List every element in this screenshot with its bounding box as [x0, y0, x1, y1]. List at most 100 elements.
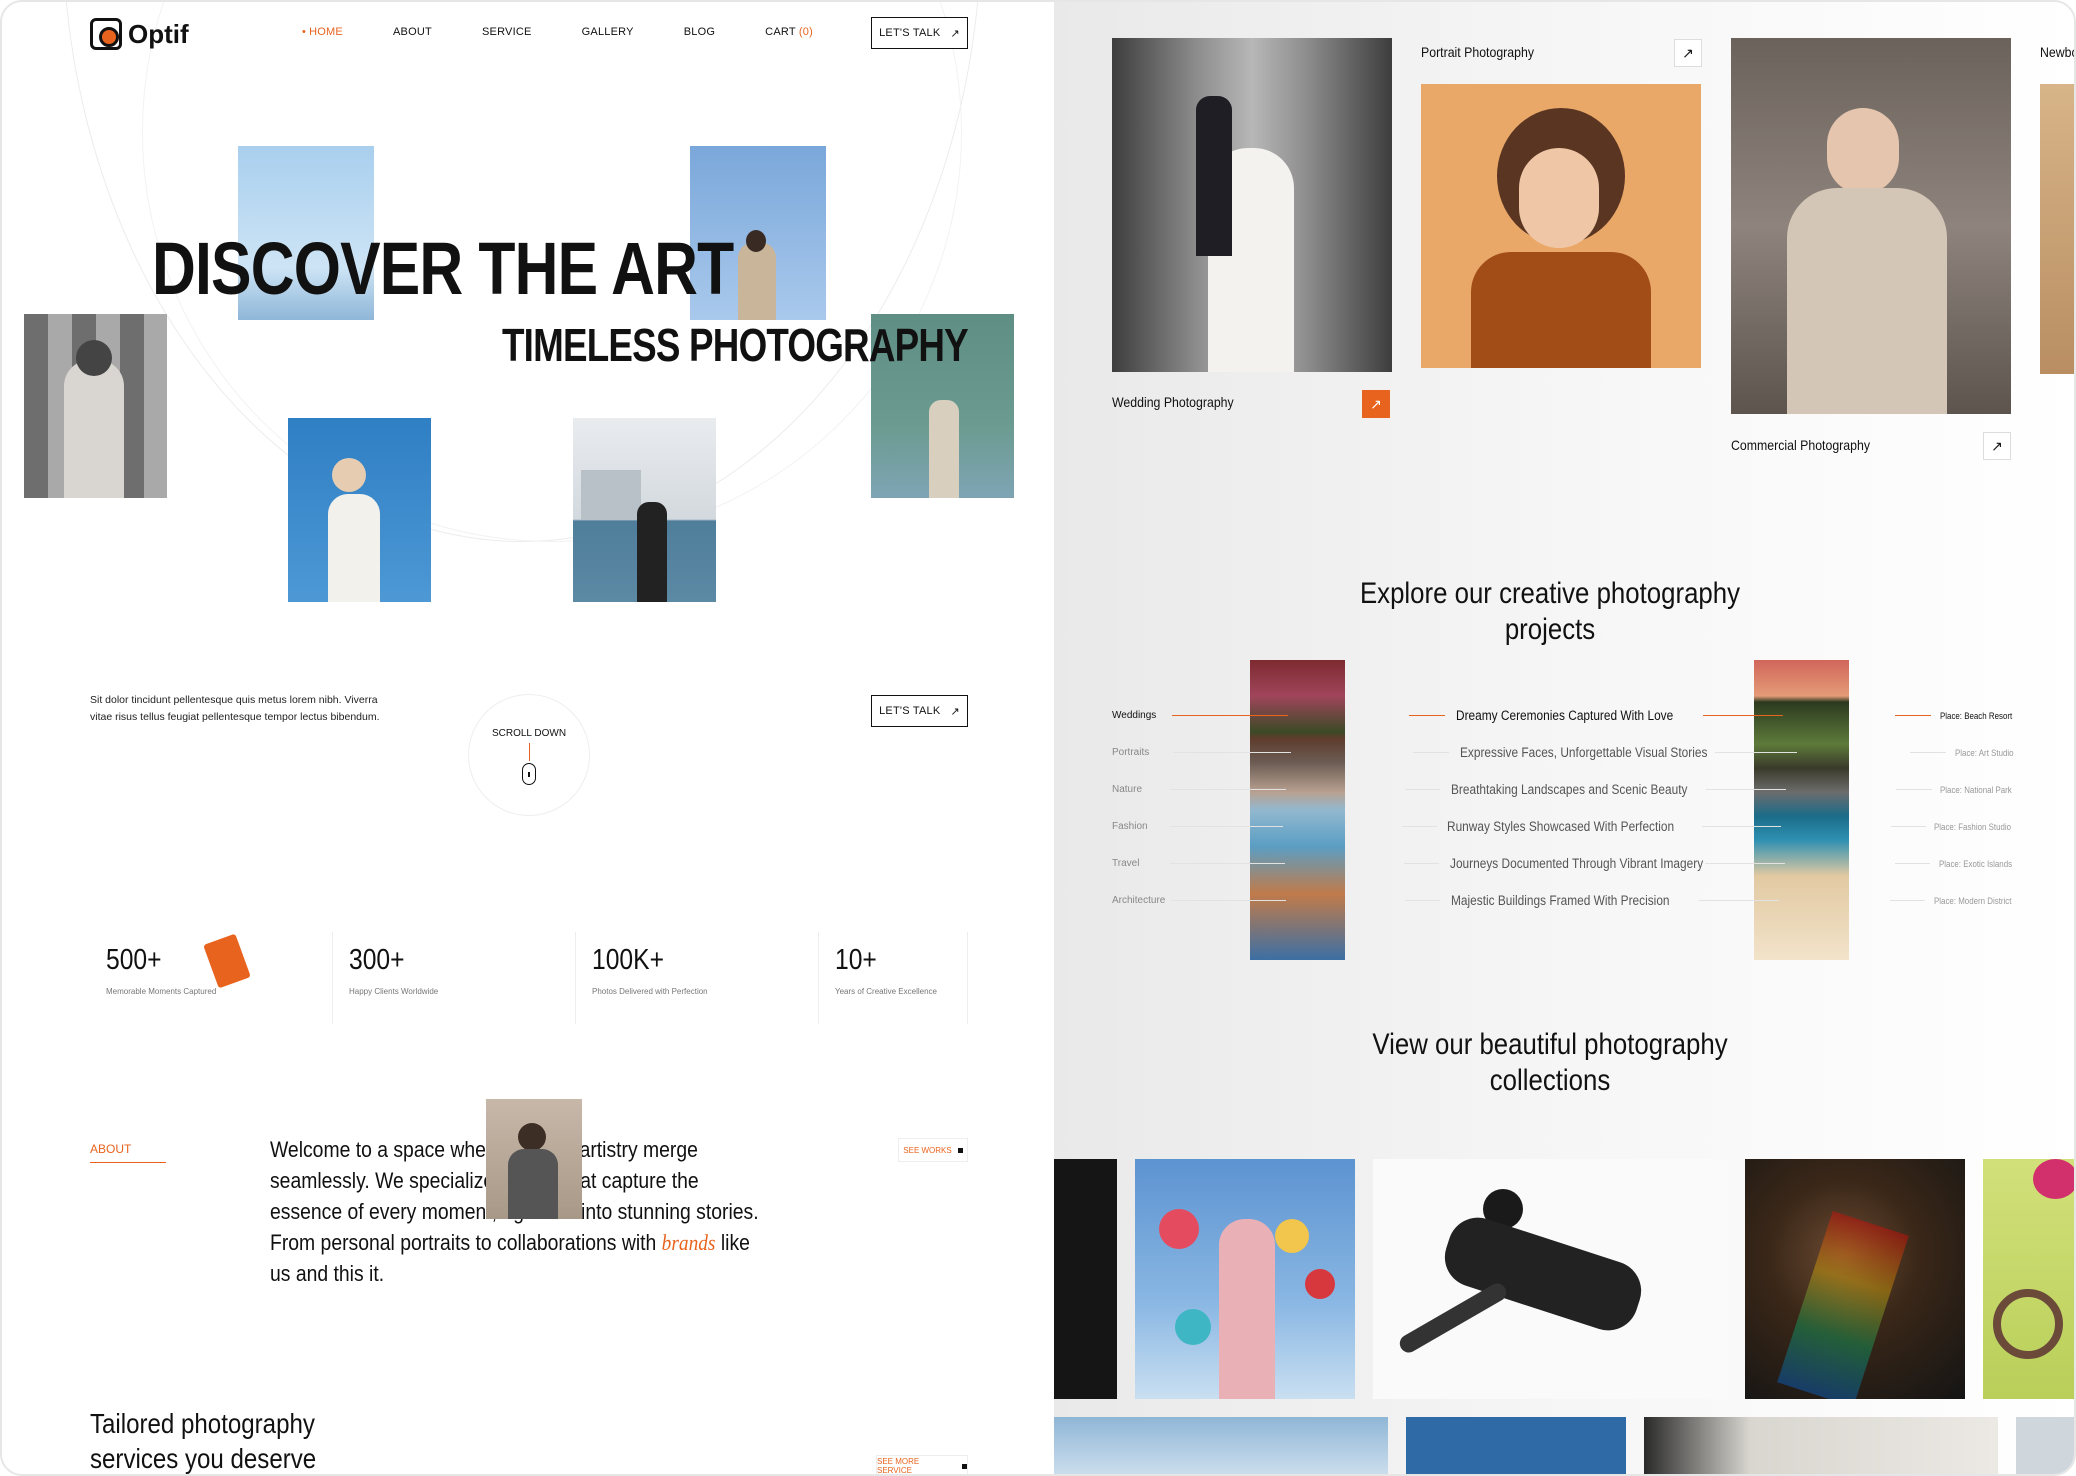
- project-place: Place: Modern District: [1933, 895, 2012, 906]
- project-title[interactable]: Runway Styles Showcased With Perfection: [1447, 819, 1674, 834]
- card-photo-wedding[interactable]: [1112, 38, 1392, 372]
- nav-gallery[interactable]: Gallery: [582, 26, 634, 38]
- scroll-down-indicator[interactable]: Scroll Down: [468, 694, 590, 816]
- collections-title: View our beautiful photography collectio…: [1372, 1028, 1728, 1097]
- about-text-part: Welcome to a space where: [270, 1137, 504, 1162]
- lets-talk-header-button[interactable]: Let's Talk ↗: [871, 17, 968, 49]
- see-more-service-button[interactable]: See More Service: [876, 1455, 968, 1474]
- project-row-fashion[interactable]: Fashion Runway Styles Showcased With Per…: [1112, 808, 2022, 845]
- project-rule: [1170, 900, 1286, 901]
- card-photo-newborn[interactable]: [2040, 84, 2074, 374]
- collection-photo-headphones[interactable]: [1983, 1159, 2074, 1399]
- portfolio-panel: Wedding Photography ↗ Portrait Photograp…: [1054, 2, 2074, 1474]
- stat-moments: 500+ Memorable Moments Captured: [90, 932, 333, 1024]
- arrow-up-right-icon: ↗: [950, 27, 960, 40]
- project-rule: [1894, 863, 1931, 864]
- nav-home[interactable]: Home: [302, 26, 343, 38]
- see-works-label: See Works: [903, 1145, 952, 1155]
- project-rule: [1405, 900, 1441, 901]
- project-title[interactable]: Dreamy Ceremonies Captured With Love: [1456, 708, 1673, 723]
- card-photo-commercial[interactable]: [1731, 38, 2011, 414]
- hero-title-line-2: TIMELESS PHOTOGRAPHY: [502, 319, 969, 371]
- hero-title-line-1: DISCOVER THE ART: [152, 227, 734, 310]
- collection-photo-row2-1[interactable]: [1054, 1417, 1388, 1474]
- collection-photo-rainbow-eye[interactable]: [1745, 1159, 1965, 1399]
- card-photo-portrait[interactable]: [1421, 84, 1701, 368]
- card-label-commercial[interactable]: Commercial Photography: [1731, 437, 1870, 453]
- project-place: Place: Fashion Studio: [1934, 821, 2012, 832]
- project-rule: [1702, 826, 1782, 827]
- project-title[interactable]: Journeys Documented Through Vibrant Imag…: [1450, 856, 1703, 871]
- project-rule: [1910, 752, 1947, 753]
- project-row-architecture[interactable]: Architecture Majestic Buildings Framed W…: [1112, 882, 2022, 919]
- project-rule: [1404, 789, 1441, 790]
- projects-title: Explore our creative photography project…: [1359, 577, 1741, 646]
- project-rule: [1172, 752, 1291, 753]
- nav-service[interactable]: Service: [482, 26, 532, 38]
- stat-value: 500+: [106, 944, 162, 976]
- project-place: Place: Beach Resort: [1939, 710, 2013, 721]
- project-row-travel[interactable]: Travel Journeys Documented Through Vibra…: [1112, 845, 2022, 882]
- homepage-panel: Optif Home About Service Gallery Blog Ca…: [2, 2, 1054, 1474]
- project-rule: [1715, 752, 1797, 753]
- project-rule: [1170, 789, 1286, 790]
- stat-value: 100K+: [592, 944, 664, 976]
- card-label-portrait[interactable]: Portrait Photography: [1421, 44, 1534, 60]
- brand-logo[interactable]: Optif: [90, 18, 189, 50]
- square-icon: [962, 1463, 967, 1469]
- square-icon: [957, 1147, 963, 1153]
- project-title[interactable]: Expressive Faces, Unforgettable Visual S…: [1460, 745, 1707, 760]
- project-row-portraits[interactable]: Portraits Expressive Faces, Unforgettabl…: [1112, 734, 2022, 771]
- arrow-up-right-icon[interactable]: ↗: [1674, 39, 1702, 67]
- card-label-newborn[interactable]: Newbo: [2040, 44, 2074, 60]
- collection-photo-row2-2[interactable]: [1406, 1417, 1626, 1474]
- card-label-wedding[interactable]: Wedding Photography: [1112, 394, 1234, 410]
- about-section-label: About: [90, 1142, 166, 1163]
- project-row-weddings[interactable]: Weddings Dreamy Ceremonies Captured With…: [1112, 697, 2022, 734]
- arrow-up-right-icon[interactable]: ↗: [1983, 432, 2011, 460]
- about-photo-man-coat: [486, 1099, 582, 1219]
- stat-value: 300+: [349, 944, 405, 976]
- hero-intro-text: Sit dolor tincidunt pellentesque quis me…: [90, 694, 380, 723]
- project-rule: [1705, 789, 1786, 790]
- project-rule: [1699, 900, 1780, 901]
- arrow-up-right-icon[interactable]: ↗: [1362, 390, 1390, 418]
- arrow-up-right-icon: ↗: [950, 705, 960, 718]
- brand-name: Optif: [128, 18, 189, 49]
- nav-blog[interactable]: Blog: [684, 26, 715, 38]
- stat-clients: 300+ Happy Clients Worldwide: [333, 932, 576, 1024]
- project-rule: [1705, 863, 1785, 864]
- stat-years: 10+ Years of Creative Excellence: [819, 932, 968, 1024]
- collection-photo-jumping-man[interactable]: [1373, 1159, 1727, 1399]
- project-rule: [1409, 715, 1445, 716]
- lets-talk-hero-button[interactable]: Let's Talk ↗: [871, 695, 968, 727]
- nav-cart[interactable]: Cart (0): [765, 26, 813, 38]
- collection-photo-row2-4[interactable]: [2016, 1417, 2074, 1474]
- stat-label: Memorable Moments Captured: [106, 987, 217, 996]
- page-frame: Optif Home About Service Gallery Blog Ca…: [0, 0, 2076, 1476]
- project-rule: [1413, 752, 1450, 753]
- project-title[interactable]: Breathtaking Landscapes and Scenic Beaut…: [1451, 782, 1687, 797]
- project-rule: [1889, 900, 1926, 901]
- cart-count: (0): [798, 26, 813, 38]
- stat-photos: 100K+ Photos Delivered with Perfection: [576, 932, 819, 1024]
- stat-label: Happy Clients Worldwide: [349, 987, 439, 996]
- nav-about[interactable]: About: [393, 26, 432, 38]
- services-title: Tailored photography services you deserv…: [90, 1408, 317, 1474]
- camera-icon: [203, 933, 251, 989]
- project-rule: [1171, 715, 1289, 716]
- see-works-button[interactable]: See Works: [898, 1138, 968, 1162]
- project-place: Place: Art Studio: [1955, 747, 2014, 758]
- lets-talk-label: Let's Talk: [879, 705, 941, 717]
- project-rule: [1895, 715, 1931, 716]
- project-row-nature[interactable]: Nature Breathtaking Landscapes and Sceni…: [1112, 771, 2022, 808]
- stat-label: Photos Delivered with Perfection: [592, 987, 708, 996]
- collection-photo-dark[interactable]: [1054, 1159, 1117, 1399]
- mouse-icon: [522, 763, 536, 785]
- main-nav: Home About Service Gallery Blog Cart (0): [302, 26, 863, 38]
- collection-photo-row2-3[interactable]: [1644, 1417, 1998, 1474]
- project-rule: [1169, 826, 1284, 827]
- project-rule: [1170, 863, 1285, 864]
- project-title[interactable]: Majestic Buildings Framed With Precision: [1451, 893, 1670, 908]
- collection-photo-balloons[interactable]: [1135, 1159, 1355, 1399]
